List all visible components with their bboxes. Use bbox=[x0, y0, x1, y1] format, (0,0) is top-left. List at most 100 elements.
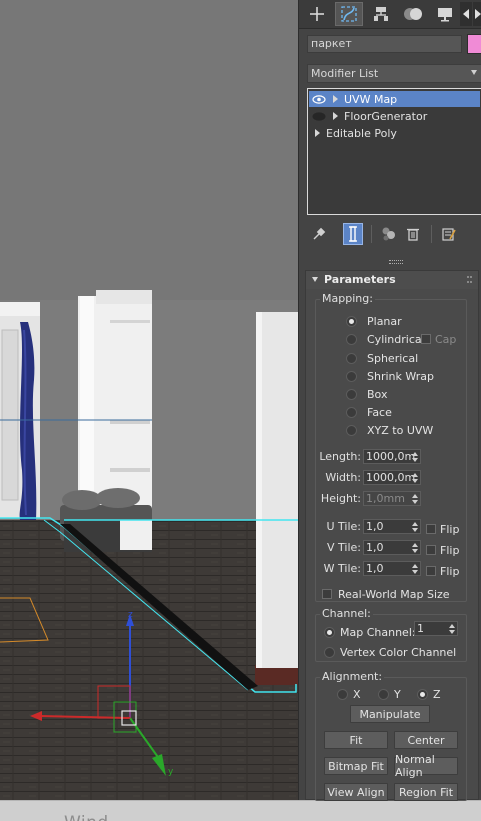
checkbox[interactable] bbox=[322, 589, 332, 599]
eye-icon[interactable] bbox=[309, 91, 329, 107]
mapping-radio-cylindrical[interactable]: Cylindrical bbox=[346, 331, 425, 347]
view-align-button[interactable]: View Align bbox=[324, 783, 388, 801]
radio-button[interactable] bbox=[346, 406, 357, 418]
motion-tab[interactable] bbox=[399, 2, 427, 26]
w-flip-checkbox[interactable]: Flip bbox=[426, 563, 459, 579]
height-label: Height: bbox=[320, 492, 361, 505]
modifier-list-dropdown[interactable]: Modifier List bbox=[307, 64, 481, 83]
checkbox[interactable] bbox=[426, 566, 436, 576]
eye-icon[interactable] bbox=[309, 108, 329, 124]
radio-label: Shrink Wrap bbox=[367, 369, 434, 383]
object-color-swatch[interactable] bbox=[467, 34, 481, 54]
map-channel-spinner[interactable]: 1 bbox=[414, 621, 458, 636]
v-flip-checkbox[interactable]: Flip bbox=[426, 542, 459, 558]
configure-sets-button[interactable] bbox=[439, 223, 459, 245]
modifier-stack[interactable]: UVW Map FloorGenerator Editable Poly bbox=[307, 88, 481, 215]
center-button[interactable]: Center bbox=[394, 731, 458, 749]
mapping-radio-xyz-to-uvw[interactable]: XYZ to UVW bbox=[346, 422, 433, 438]
bitmap-fit-button[interactable]: Bitmap Fit bbox=[324, 757, 388, 775]
radio-button[interactable] bbox=[417, 688, 428, 700]
length-spinner[interactable]: 1000,0m bbox=[363, 449, 421, 464]
align-y-radio[interactable]: Y bbox=[378, 686, 401, 702]
normal-align-button[interactable]: Normal Align bbox=[394, 753, 458, 779]
align-z-radio[interactable]: Z bbox=[417, 686, 441, 702]
v-tile-spinner[interactable]: 1,0 bbox=[363, 540, 421, 555]
tab-scroll-right-button[interactable] bbox=[473, 2, 481, 26]
stack-item-uvw-map[interactable]: UVW Map bbox=[309, 91, 480, 107]
modify-tab[interactable] bbox=[335, 2, 363, 26]
width-value: 1000,0m bbox=[366, 471, 416, 484]
stack-item-editable-poly[interactable]: Editable Poly bbox=[309, 125, 480, 141]
mapping-radio-box[interactable]: Box bbox=[346, 386, 387, 402]
show-end-result-button[interactable] bbox=[343, 223, 363, 245]
u-tile-row: U Tile: 1,0 Flip bbox=[306, 519, 478, 537]
radio-button[interactable] bbox=[346, 315, 357, 327]
spinner-arrows-icon[interactable] bbox=[412, 452, 418, 462]
radio-button[interactable] bbox=[346, 424, 357, 436]
remove-modifier-button[interactable] bbox=[403, 223, 423, 245]
stack-toolbar bbox=[307, 222, 477, 246]
panel-resize-grip[interactable] bbox=[389, 260, 403, 264]
radio-button[interactable] bbox=[324, 646, 335, 658]
pin-stack-button[interactable] bbox=[309, 223, 329, 245]
radio-label: Cylindrical bbox=[367, 332, 425, 346]
tab-scroll-left-button[interactable] bbox=[460, 2, 472, 26]
expand-triangle-icon[interactable] bbox=[333, 95, 338, 103]
checkbox[interactable] bbox=[421, 334, 431, 344]
create-tab[interactable] bbox=[303, 2, 331, 26]
object-name-field[interactable]: паркет bbox=[307, 35, 462, 53]
radio-button[interactable] bbox=[346, 370, 357, 382]
real-world-map-size-checkbox[interactable]: Real-World Map Size bbox=[322, 586, 450, 602]
expand-triangle-icon[interactable] bbox=[315, 129, 320, 137]
perspective-viewport[interactable]: z y bbox=[0, 0, 298, 800]
mapping-radio-face[interactable]: Face bbox=[346, 404, 392, 420]
pin-stack-icon bbox=[313, 227, 326, 240]
height-spinner[interactable]: 1,0mm bbox=[363, 491, 421, 506]
radio-button[interactable] bbox=[346, 333, 357, 345]
hierarchy-tab[interactable] bbox=[367, 2, 395, 26]
spinner-arrows-icon[interactable] bbox=[412, 543, 418, 553]
mapping-radio-planar[interactable]: Planar bbox=[346, 313, 402, 329]
mapping-radio-spherical[interactable]: Spherical bbox=[346, 350, 418, 366]
spinner-arrows-icon[interactable] bbox=[412, 473, 418, 483]
spinner-arrows-icon[interactable] bbox=[449, 624, 455, 634]
vertex-color-channel-radio[interactable]: Vertex Color Channel bbox=[324, 644, 456, 660]
u-tile-value: 1,0 bbox=[366, 520, 384, 533]
spinner-arrows-icon[interactable] bbox=[412, 494, 418, 504]
radio-button[interactable] bbox=[378, 688, 389, 700]
mapping-group-label: Mapping: bbox=[320, 292, 375, 305]
align-x-radio[interactable]: X bbox=[337, 686, 361, 702]
radio-button[interactable] bbox=[337, 688, 348, 700]
mapping-radio-shrink-wrap[interactable]: Shrink Wrap bbox=[346, 368, 434, 384]
collapse-triangle-icon bbox=[312, 277, 318, 282]
manipulate-button[interactable]: Manipulate bbox=[350, 705, 430, 723]
length-label: Length: bbox=[319, 450, 361, 463]
svg-text:y: y bbox=[168, 767, 174, 777]
map-channel-label: Map Channel: bbox=[340, 625, 416, 639]
radio-button[interactable] bbox=[324, 626, 335, 638]
make-unique-button[interactable] bbox=[379, 223, 399, 245]
radio-button[interactable] bbox=[346, 352, 357, 364]
v-tile-label: V Tile: bbox=[327, 541, 361, 554]
checkbox[interactable] bbox=[426, 524, 436, 534]
width-spinner[interactable]: 1000,0m bbox=[363, 470, 421, 485]
drag-handle-icon[interactable] bbox=[467, 276, 472, 283]
axis-label: X bbox=[353, 687, 361, 701]
spinner-arrows-icon[interactable] bbox=[412, 522, 418, 532]
u-tile-spinner[interactable]: 1,0 bbox=[363, 519, 421, 534]
w-tile-spinner[interactable]: 1,0 bbox=[363, 561, 421, 576]
chevron-right-icon bbox=[474, 9, 481, 19]
expand-triangle-icon[interactable] bbox=[333, 112, 338, 120]
spinner-arrows-icon[interactable] bbox=[412, 564, 418, 574]
fit-button[interactable]: Fit bbox=[324, 731, 388, 749]
map-channel-radio[interactable]: Map Channel: bbox=[324, 624, 416, 640]
channel-group-label: Channel: bbox=[320, 607, 373, 620]
stack-item-floorgenerator[interactable]: FloorGenerator bbox=[309, 108, 480, 124]
checkbox[interactable] bbox=[426, 545, 436, 555]
parameters-rollout-header[interactable]: Parameters bbox=[306, 271, 478, 289]
u-flip-checkbox[interactable]: Flip bbox=[426, 521, 459, 537]
cap-checkbox[interactable]: Cap bbox=[421, 331, 456, 347]
region-fit-button[interactable]: Region Fit bbox=[394, 783, 458, 801]
display-tab[interactable] bbox=[431, 2, 459, 26]
radio-button[interactable] bbox=[346, 388, 357, 400]
